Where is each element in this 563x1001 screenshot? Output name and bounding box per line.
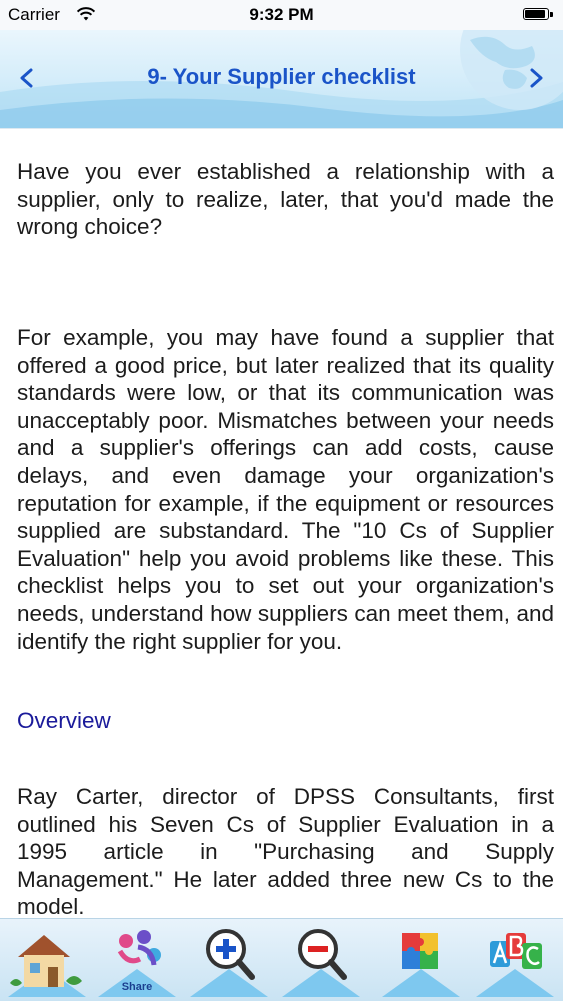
history-paragraph: Ray Carter, director of DPSS Consultants… (17, 784, 554, 919)
puzzle-button[interactable] (378, 923, 464, 999)
zoom-in-icon (190, 929, 268, 997)
zoom-out-button[interactable] (278, 923, 364, 999)
share-label: Share (121, 981, 153, 993)
abc-button[interactable] (472, 923, 558, 999)
battery-icon (523, 8, 549, 20)
zoom-in-button[interactable] (186, 923, 272, 999)
battery-tip (550, 12, 553, 17)
overview-link[interactable]: Overview (17, 708, 111, 734)
share-button[interactable]: Share (94, 923, 180, 999)
home-icon (8, 935, 86, 997)
home-button[interactable] (4, 923, 90, 999)
example-paragraph: For example, you may have found a suppli… (17, 325, 554, 654)
article-content[interactable]: Have you ever established a relationship… (0, 128, 563, 919)
zoom-out-icon (282, 929, 360, 997)
clock: 9:32 PM (249, 5, 314, 24)
forward-chevron-icon[interactable] (523, 66, 547, 90)
abc-icon (476, 933, 554, 997)
bottom-toolbar: Share (0, 918, 563, 1001)
puzzle-icon (382, 933, 460, 997)
intro-paragraph: Have you ever established a relationship… (17, 159, 554, 240)
header-bar: 9- Your Supplier checklist (0, 30, 563, 128)
status-bar: Carrier 9:32 PM (0, 0, 563, 30)
page-title: 9- Your Supplier checklist (147, 64, 416, 89)
